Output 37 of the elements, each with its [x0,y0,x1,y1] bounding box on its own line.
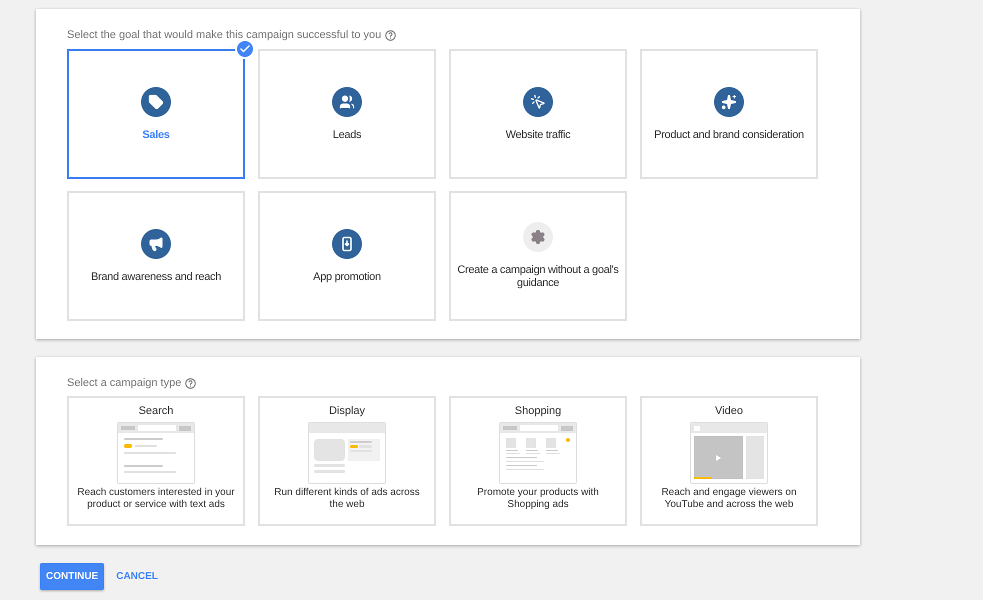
help-icon[interactable] [385,30,396,40]
campaign-type-tile[interactable]: Display Run different kinds of ads across the web [258,396,436,526]
campaign-type-heading: Select a campaign type [67,376,182,391]
campaign-type-title: Display [328,405,366,418]
campaign-type-description: Promote your products with Shopping ads [476,487,600,511]
continue-button[interactable]: CONTINUE [40,563,104,590]
campaign-type-description: Reach customers interested in your product or service with text ads [77,487,235,511]
campaign-type-title: Search [138,405,174,418]
campaign-type-title: Shopping [514,405,562,418]
megaphone-icon [141,228,171,258]
goal-tile[interactable]: Sales [67,49,245,179]
goal-label: App promotion [313,270,381,284]
phone-download-icon [332,228,362,258]
goal-tile[interactable]: Brand awareness and reach [67,191,245,321]
goal-tile[interactable]: Website traffic [449,49,627,179]
campaign-type-tile[interactable]: Shopping Promote your products with Shopping ads [449,396,627,526]
campaign-type-tile[interactable]: Video Reach and engage viewers on YouTube and across the web [640,396,818,526]
help-icon[interactable] [185,378,196,388]
goal-tile[interactable]: App promotion [258,191,436,321]
goal-label: Sales [142,128,170,142]
cursor-click-icon [523,86,553,116]
people-icon [332,86,362,116]
goal-label: Create a campaign without a goal's guidance [456,264,620,290]
goal-label: Website traffic [506,128,570,142]
goal-tile[interactable]: Create a campaign without a goal's guidance [449,191,627,321]
goal-label: Leads [332,128,362,142]
goal-label: Product and brand consideration [654,128,804,142]
goal-heading: Select the goal that would make this campaign successful to you [67,28,382,43]
tag-icon [141,86,171,116]
campaign-type-tile[interactable]: Search Reach customers interested in your product or service with text ads [67,396,245,526]
sparkle-icon [714,86,744,116]
campaign-type-title: Video [715,405,743,418]
goal-tile[interactable]: Leads [258,49,436,179]
campaign-type-description: Reach and engage viewers on YouTube and across the web [660,487,798,511]
goal-label: Brand awareness and reach [90,270,222,284]
goal-tile[interactable]: Product and brand consideration [640,49,818,179]
campaign-type-description: Run different kinds of ads across the web [273,487,421,511]
